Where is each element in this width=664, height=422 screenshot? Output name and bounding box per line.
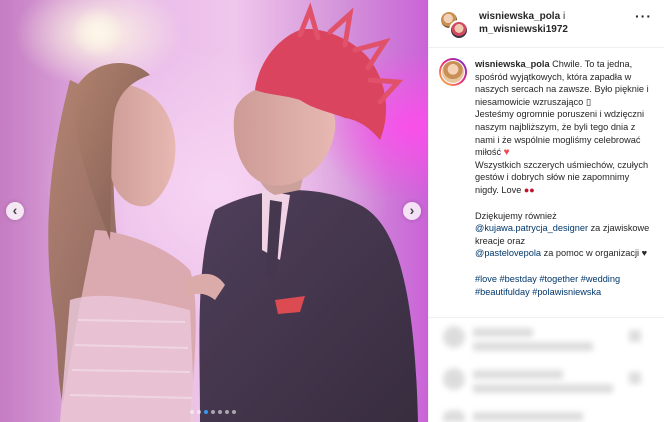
carousel-dot [190,410,194,414]
caption-text: wisniewska_pola Chwile. To ta jedna, spo… [475,58,651,298]
carousel-dot [211,410,215,414]
caption-comment: wisniewska_pola Chwile. To ta jedna, spo… [439,58,654,298]
hashtags[interactable]: #love #bestday #together #wedding #beaut… [475,273,651,298]
post-photo[interactable]: ‹ › [0,0,428,422]
collab-avatars[interactable] [439,10,469,40]
prev-slide-button[interactable]: ‹ [6,202,24,220]
carousel-dot [232,410,236,414]
carousel-indicator [190,410,236,414]
heart-emoji-icon: ♥ [503,147,510,159]
username-link[interactable]: wisniewska_pola [479,11,560,22]
thanks-prefix: Dziękujemy również [475,210,557,221]
post-header: wisniewska_pola i m_wisniewski1972 ··· [429,0,664,48]
next-arrow-icon: › [409,202,415,218]
caption-line-3: Wszystkich szczerych uśmiechów, czułych … [475,159,649,195]
prev-arrow-icon: ‹ [12,202,18,218]
comments-list[interactable]: wisniewska_pola Chwile. To ta jedna, spo… [429,48,664,318]
caption-line-2: Jesteśmy ogromnie poruszeni i wdzięczni … [475,109,645,158]
caption-line-3-wrap: Wszystkich szczerych uśmiechów, czułych … [475,159,651,197]
post-sidebar: wisniewska_pola i m_wisniewski1972 ··· w… [428,0,664,422]
square-emoji-icon: ▯ [585,96,591,107]
carousel-dot [225,410,229,414]
thanks-suffix: za pomoc w organizacji ♥ [543,248,648,259]
caption-username[interactable]: wisniewska_pola [475,59,550,69]
next-slide-button[interactable]: › [403,202,421,220]
header-usernames: wisniewska_pola i m_wisniewski1972 [479,10,568,36]
username-link[interactable]: m_wisniewski1972 [479,24,568,35]
blurred-comments [429,318,664,422]
avatar[interactable] [449,20,469,40]
caption-line-2-wrap: Jesteśmy ogromnie poruszeni i wdzięczni … [475,108,651,158]
caption-thanks: Dziękujemy również @kujawa.patrycja_desi… [475,210,651,260]
mention-link[interactable]: @pastelovepola [475,248,541,258]
cherry-emoji-icon: ●● [523,184,535,195]
more-dots-icon[interactable]: ··· [635,9,652,23]
carousel-dot [204,410,208,414]
carousel-dot [197,410,201,414]
mention-link[interactable]: @kujawa.patrycja_designer [475,223,588,233]
avatar[interactable] [439,58,467,86]
carousel-dot [218,410,222,414]
username-separator: i [562,11,566,22]
wedding-photo-illustration [0,0,428,422]
